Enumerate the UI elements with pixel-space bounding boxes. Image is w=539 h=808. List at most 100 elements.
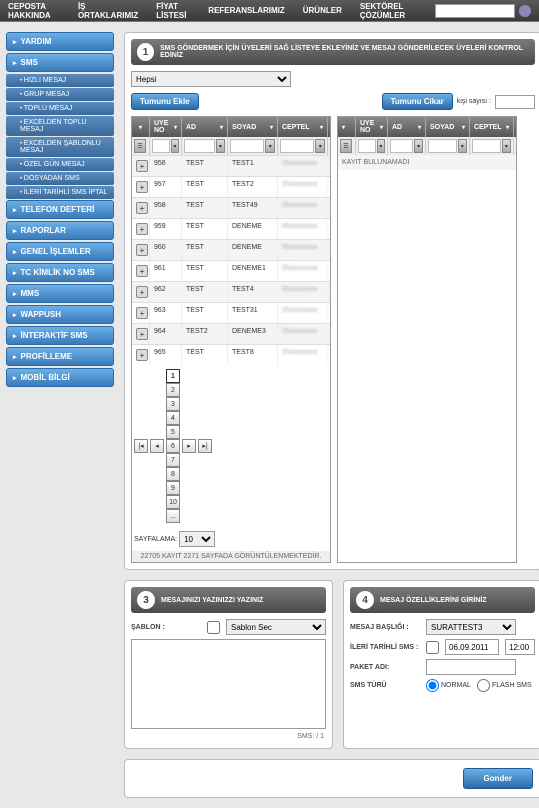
add-row-button[interactable]: + [136, 160, 148, 172]
rcol-ad[interactable]: AD [388, 117, 426, 137]
page-num[interactable]: 2 [166, 383, 180, 397]
rfilter-soyad[interactable] [428, 139, 457, 153]
page-num[interactable]: 7 [166, 453, 180, 467]
cell-soyad: TEST4 [228, 282, 278, 302]
filter-icon[interactable]: ☰ [134, 139, 146, 153]
page-num[interactable]: 4 [166, 411, 180, 425]
nav-sektorel[interactable]: SEKTÖREL ÇÖZÜMLER [360, 2, 417, 20]
ileri-checkbox[interactable] [426, 641, 439, 654]
col-ad[interactable]: AD [182, 117, 228, 137]
rcol-soyad[interactable]: SOYAD [426, 117, 470, 137]
filter-btn[interactable]: ▾ [377, 139, 385, 153]
sidebar-group[interactable]: RAPORLAR [6, 221, 114, 240]
page-num[interactable]: 3 [166, 397, 180, 411]
add-row-button[interactable]: + [136, 307, 148, 319]
table-row: +963TESTTEST3105xxxxxxxx [132, 302, 330, 323]
rfilter-ceptel[interactable] [472, 139, 501, 153]
sidebar-group[interactable]: PROFİLLEME [6, 347, 114, 366]
rfilter-uyeno[interactable] [358, 139, 376, 153]
nav-fiyat[interactable]: FİYAT LİSTESİ [156, 2, 190, 20]
page-next[interactable]: ▸ [182, 439, 196, 453]
filter-btn[interactable]: ▾ [216, 139, 225, 153]
nav-ortaklar[interactable]: İŞ ORTAKLARIMIZ [78, 2, 138, 20]
filter-ceptel[interactable] [280, 139, 314, 153]
rfilter-ad[interactable] [390, 139, 413, 153]
sidebar-item[interactable]: DOSYADAN SMS [6, 172, 114, 185]
col-uyeno[interactable]: UYE NO [150, 117, 182, 137]
add-row-button[interactable]: + [136, 181, 148, 193]
add-row-button[interactable]: + [136, 286, 148, 298]
table-row: +957TESTTEST205xxxxxxxx [132, 176, 330, 197]
nav-urunler[interactable]: ÜRÜNLER [303, 6, 342, 15]
filter-btn[interactable]: ▾ [414, 139, 423, 153]
sidebar-group[interactable]: YARDIM [6, 32, 114, 51]
sidebar-group[interactable]: MOBİL BİLGİ [6, 368, 114, 387]
page-num[interactable]: ... [166, 509, 180, 523]
sidebar-item[interactable]: İLERİ TARİHLİ SMS İPTAL [6, 186, 114, 199]
add-row-button[interactable]: + [136, 244, 148, 256]
paket-input[interactable] [426, 659, 516, 675]
step4-title: MESAJ ÖZELLİKLERİNİ GİRİNİZ [380, 597, 487, 604]
page-num[interactable]: 1 [166, 369, 180, 383]
nav-hakkinda[interactable]: CEPOSTA HAKKINDA [8, 2, 60, 20]
page-size-select[interactable]: 10 [179, 531, 215, 547]
top-search-input[interactable] [435, 4, 515, 18]
sidebar-group[interactable]: SMS [6, 53, 114, 72]
send-button[interactable]: Gonder [463, 768, 533, 789]
group-select[interactable]: Hepsi [131, 71, 291, 87]
sidebar-group[interactable]: TELEFON DEFTERİ [6, 200, 114, 219]
page-num[interactable]: 6 [166, 439, 180, 453]
rcol-ceptel[interactable]: CEPTEL [470, 117, 514, 137]
sidebar-group[interactable]: MMS [6, 284, 114, 303]
filter-btn[interactable]: ▾ [171, 139, 179, 153]
sidebar-group[interactable]: TC KİMLİK NO SMS [6, 263, 114, 282]
radio-flash[interactable] [477, 679, 490, 692]
nav-referans[interactable]: REFERANSLARIMIZ [208, 6, 284, 15]
sablon-select[interactable]: Sablon Sec [226, 619, 326, 635]
sidebar-item[interactable]: HIZLI MESAJ [6, 74, 114, 87]
add-row-button[interactable]: + [136, 265, 148, 277]
rcol-uyeno[interactable]: UYE NO [356, 117, 388, 137]
kisi-sayisi-input[interactable] [495, 95, 535, 109]
add-row-button[interactable]: + [136, 349, 148, 361]
sidebar-group[interactable]: GENEL İŞLEMLER [6, 242, 114, 261]
filter-btn[interactable]: ▾ [315, 139, 325, 153]
page-num[interactable]: 10 [166, 495, 180, 509]
add-row-button[interactable]: + [136, 328, 148, 340]
page-last[interactable]: ▸| [198, 439, 212, 453]
table-row: +965TESTTEST805xxxxxxxx [132, 344, 330, 365]
remove-all-button[interactable]: Tumunu Cikar [382, 93, 453, 110]
add-row-button[interactable]: + [136, 223, 148, 235]
col-ceptel[interactable]: CEPTEL [278, 117, 328, 137]
sidebar-item[interactable]: GRUP MESAJ [6, 88, 114, 101]
sablon-checkbox[interactable] [207, 621, 220, 634]
sidebar-group[interactable]: WAPPUSH [6, 305, 114, 324]
filter-uyeno[interactable] [152, 139, 170, 153]
filter-btn[interactable]: ▾ [502, 139, 511, 153]
cell-soyad: TEST2 [228, 177, 278, 197]
add-row-button[interactable]: + [136, 202, 148, 214]
baslik-select[interactable]: SURATTEST3 [426, 619, 516, 635]
sidebar-item[interactable]: ÖZEL GÜN MESAJ [6, 158, 114, 171]
page-prev[interactable]: ◂ [150, 439, 164, 453]
page-num[interactable]: 8 [166, 467, 180, 481]
search-icon[interactable] [519, 5, 531, 17]
filter-icon[interactable]: ☰ [340, 139, 352, 153]
page-num[interactable]: 9 [166, 481, 180, 495]
filter-ad[interactable] [184, 139, 215, 153]
filter-btn[interactable]: ▾ [265, 139, 275, 153]
sidebar-group[interactable]: İNTERAKTİF SMS [6, 326, 114, 345]
sidebar-item[interactable]: EXCELDEN TOPLU MESAJ [6, 116, 114, 136]
message-textarea[interactable] [131, 639, 326, 729]
radio-normal[interactable] [426, 679, 439, 692]
sidebar-item[interactable]: TOPLU MESAJ [6, 102, 114, 115]
filter-btn[interactable]: ▾ [458, 139, 467, 153]
col-soyad[interactable]: SOYAD [228, 117, 278, 137]
page-first[interactable]: |◂ [134, 439, 148, 453]
sidebar-item[interactable]: EXCELDEN ŞABLONLU MESAJ [6, 137, 114, 157]
add-all-button[interactable]: Tumunu Ekle [131, 93, 199, 110]
date-input[interactable] [445, 639, 499, 655]
time-input[interactable] [505, 639, 535, 655]
filter-soyad[interactable] [230, 139, 264, 153]
page-num[interactable]: 5 [166, 425, 180, 439]
